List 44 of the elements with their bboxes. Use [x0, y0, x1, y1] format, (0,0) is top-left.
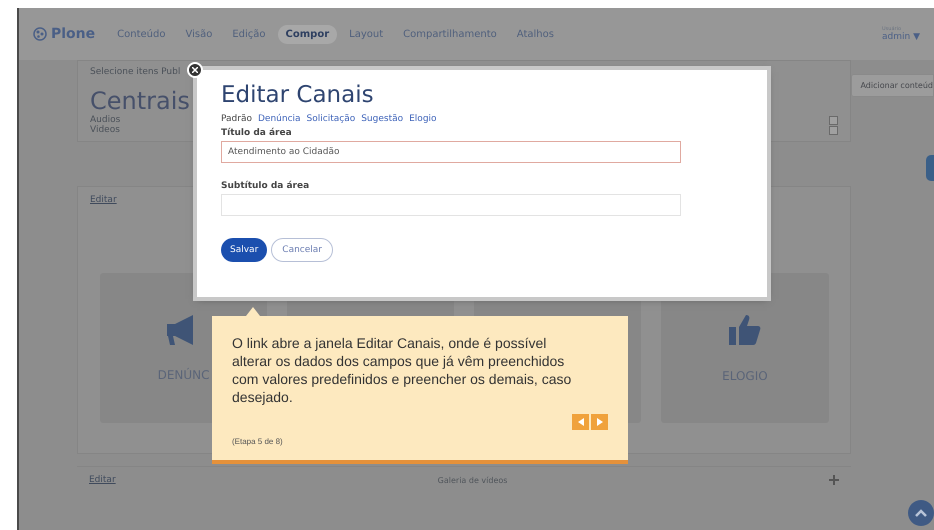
side-tab[interactable]: [926, 155, 934, 181]
field-label: Subtítulo da área: [221, 181, 310, 191]
list-item[interactable]: Audios: [90, 115, 120, 125]
dialog-tab[interactable]: Sugestão: [361, 114, 404, 124]
chevron-up-icon: [915, 509, 927, 517]
toolbar-menu-item[interactable]: Visão: [177, 24, 220, 44]
cancel-button[interactable]: Cancelar: [271, 238, 333, 262]
gallery-title: Galeria de vídeos: [438, 476, 508, 484]
logo-icon: [33, 27, 47, 41]
user-menu[interactable]: admin ▼: [882, 32, 920, 42]
toolbar-menu-item[interactable]: Compor: [278, 24, 338, 44]
toolbar-menu-item[interactable]: Compartilhamento: [395, 24, 505, 44]
toolbar-menu-item[interactable]: Atalhos: [508, 24, 562, 44]
scroll-up-button[interactable]: [908, 500, 934, 526]
list-item[interactable]: Videos: [90, 125, 120, 135]
logo-text: Plone: [51, 26, 96, 42]
dialog-tab[interactable]: Denúncia: [258, 114, 301, 124]
triangle-left-icon: [578, 418, 584, 426]
step-counter: (Etapa 5 de 8): [232, 437, 283, 446]
next-button[interactable]: [591, 414, 608, 430]
field-label: Título da área: [221, 128, 293, 138]
plone-logo[interactable]: Plone: [33, 26, 96, 42]
triangle-right-icon: [596, 418, 602, 426]
text-field[interactable]: [221, 194, 681, 216]
dialog-tab[interactable]: Solicitação: [306, 114, 356, 124]
thumbs-up-icon: [728, 313, 762, 347]
close-icon: [192, 67, 198, 73]
plus-icon[interactable]: [829, 475, 840, 485]
checkbox[interactable]: [829, 126, 838, 134]
checkbox[interactable]: [829, 116, 838, 124]
add-content-button[interactable]: Adicionar conteúd: [851, 74, 934, 97]
save-button[interactable]: Salvar: [221, 238, 268, 262]
toolbar-menu-item[interactable]: Layout: [341, 24, 392, 44]
dialog-title: Editar Canais: [221, 82, 375, 108]
dialog-tab[interactable]: Padrão: [221, 114, 252, 124]
edit-link[interactable]: Editar: [89, 475, 116, 485]
toolbar-menu-item[interactable]: Edição: [224, 24, 274, 44]
previous-button[interactable]: [572, 414, 589, 430]
dialog-tab[interactable]: Elogio: [409, 114, 437, 124]
selection-hint: Selecione itens Publ: [90, 67, 180, 77]
toolbar-menu-item[interactable]: Conteúdo: [109, 24, 174, 44]
edit-link[interactable]: Editar: [90, 195, 117, 205]
page-heading: Centrais: [90, 87, 190, 115]
text-field[interactable]: Atendimento ao Cidadão: [221, 141, 681, 163]
